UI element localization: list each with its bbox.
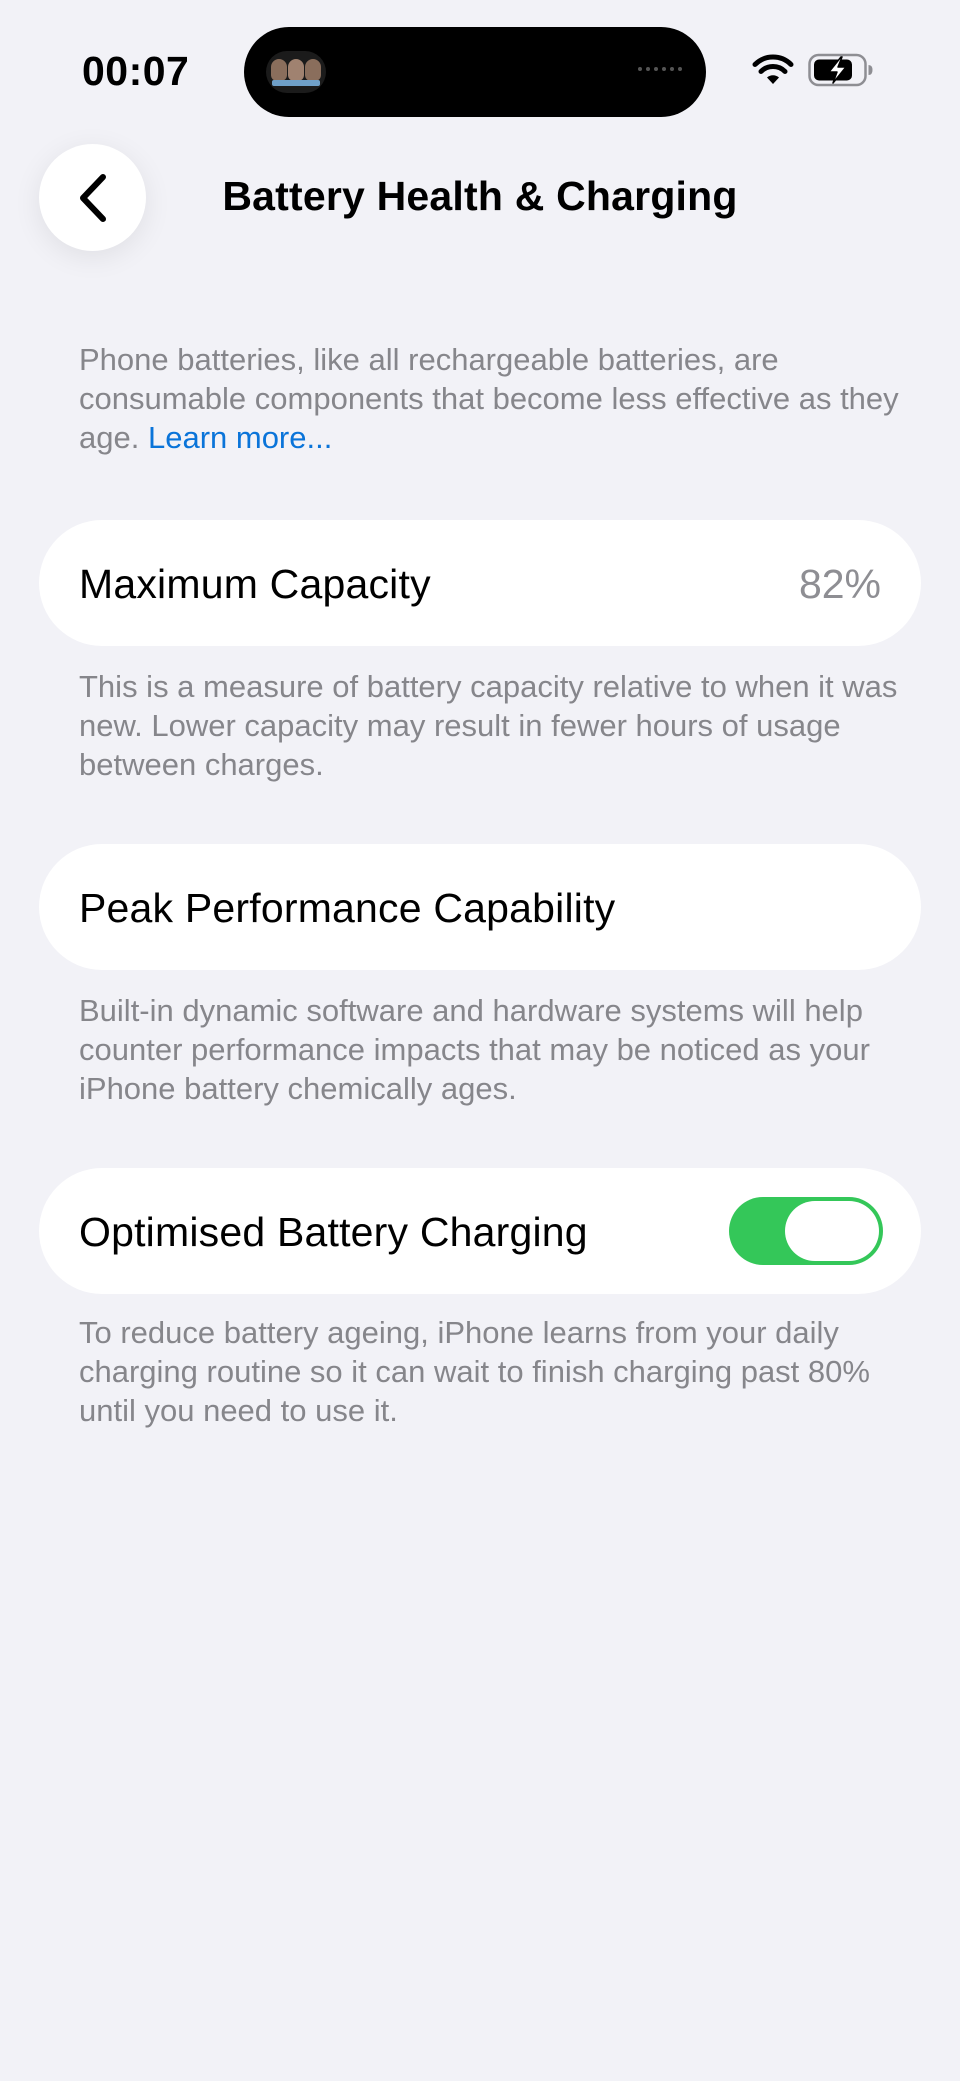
toggle-knob	[785, 1201, 879, 1261]
battery-charging-icon	[808, 53, 873, 87]
page-title: Battery Health & Charging	[222, 173, 738, 219]
optimised-charging-row: Optimised Battery Charging	[39, 1168, 921, 1294]
wifi-icon	[752, 54, 794, 84]
maximum-capacity-description: This is a measure of battery capacity re…	[79, 669, 898, 782]
audio-waveform-icon	[638, 67, 682, 71]
dynamic-island[interactable]	[244, 27, 706, 117]
now-playing-artwork[interactable]	[266, 51, 326, 93]
chevron-left-icon	[79, 173, 106, 222]
learn-more-link[interactable]: Learn more...	[148, 420, 332, 455]
peak-performance-description: Built-in dynamic software and hardware s…	[79, 993, 870, 1106]
maximum-capacity-label: Maximum Capacity	[79, 561, 431, 607]
optimised-charging-label: Optimised Battery Charging	[79, 1209, 588, 1255]
maximum-capacity-value: 82%	[798, 561, 881, 607]
status-time: 00:07	[82, 48, 190, 94]
intro-text: Phone batteries, like all rechargeable b…	[79, 340, 899, 457]
back-button[interactable]	[39, 144, 146, 251]
optimised-charging-description: To reduce battery ageing, iPhone learns …	[79, 1315, 870, 1428]
optimised-charging-toggle[interactable]	[729, 1197, 883, 1265]
peak-performance-row[interactable]: Peak Performance Capability	[39, 844, 921, 970]
maximum-capacity-row: Maximum Capacity 82%	[39, 520, 921, 646]
peak-performance-label: Peak Performance Capability	[79, 885, 616, 931]
